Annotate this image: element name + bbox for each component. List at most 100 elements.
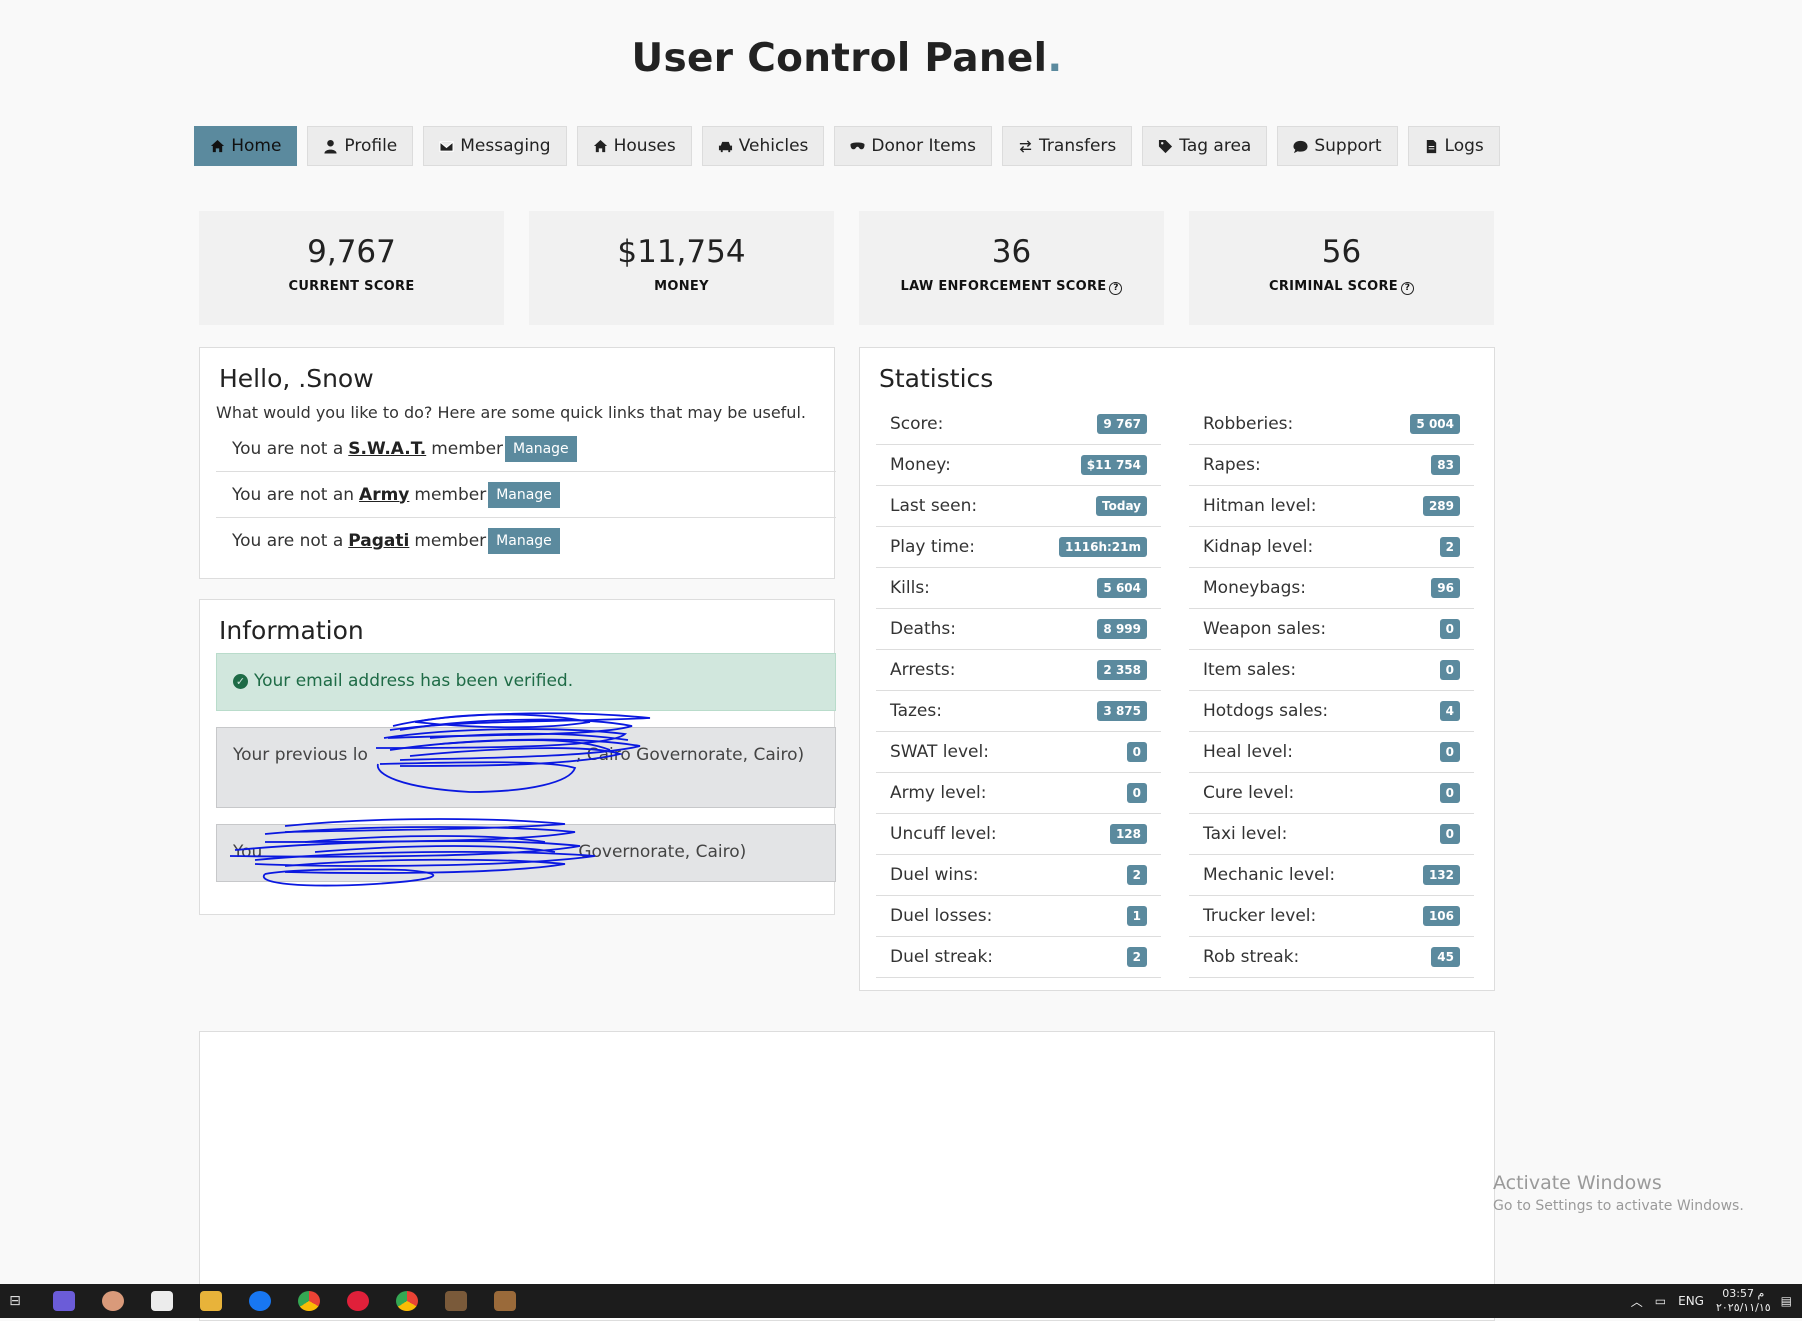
stat-value-badge: 106 xyxy=(1422,906,1460,926)
stat-value-badge: 5 604 xyxy=(1097,578,1147,598)
stat-label: Robberies: xyxy=(1203,414,1294,434)
nav-houses[interactable]: Houses xyxy=(576,126,692,166)
manage-pagati-button[interactable]: Manage xyxy=(488,528,560,554)
group-link-army[interactable]: Army xyxy=(359,485,409,505)
stat-label: Last seen: xyxy=(890,496,978,516)
calculator-icon[interactable] xyxy=(151,1291,173,1311)
nav-support[interactable]: Support xyxy=(1277,126,1398,166)
manage-swat-button[interactable]: Manage xyxy=(505,435,577,462)
stat-row: Play time: 1116h:21m xyxy=(876,527,1161,568)
law-enforcement-score-card: 36 LAW ENFORCEMENT SCORE? xyxy=(859,211,1164,325)
task-view-icon[interactable]: ⊟ xyxy=(4,1291,26,1311)
nav-tag-area[interactable]: Tag area xyxy=(1142,126,1268,166)
group-link-swat[interactable]: S.W.A.T. xyxy=(348,439,426,459)
nav-profile[interactable]: Profile xyxy=(307,126,414,166)
money-card: $11,754 MONEY xyxy=(529,211,834,325)
chrome-icon[interactable] xyxy=(396,1291,418,1311)
tag-icon xyxy=(1159,139,1173,153)
stat-label: Play time: xyxy=(890,537,975,557)
stat-row: Tazes: 3 875 xyxy=(876,691,1161,732)
current-score-card: 9,767 CURRENT SCORE xyxy=(199,211,504,325)
stat-value-badge: 2 358 xyxy=(1097,660,1147,680)
stat-label: Kidnap level: xyxy=(1203,537,1314,557)
stat-label: Duel losses: xyxy=(890,906,993,926)
stat-label: Deaths: xyxy=(890,619,956,639)
criminal-score-label: CRIMINAL SCORE? xyxy=(1189,279,1494,296)
app-icon[interactable] xyxy=(347,1291,369,1311)
stat-value-badge: 2 xyxy=(1126,865,1147,885)
current-score-value: 9,767 xyxy=(307,234,396,270)
file-explorer-icon[interactable] xyxy=(200,1291,222,1311)
stat-label: Arrests: xyxy=(890,660,956,680)
stat-label: Hitman level: xyxy=(1203,496,1317,516)
stat-row: Trucker level: 106 xyxy=(1189,896,1474,937)
membership-row-pagati: You are not a Pagati member Manage xyxy=(216,518,836,564)
stat-label: Weapon sales: xyxy=(1203,619,1327,639)
stat-row: Weapon sales: 0 xyxy=(1189,609,1474,650)
stat-row: Hotdogs sales: 4 xyxy=(1189,691,1474,732)
stat-label: Moneybags: xyxy=(1203,578,1306,598)
nav-vehicles[interactable]: Vehicles xyxy=(701,126,825,166)
stat-row: Heal level: 0 xyxy=(1189,732,1474,773)
stat-label: Money: xyxy=(890,455,951,475)
greeting-intro: What would you like to do? Here are some… xyxy=(216,403,806,422)
language-indicator[interactable]: ENG xyxy=(1678,1294,1704,1308)
bottom-panel xyxy=(199,1031,1495,1321)
mask-icon xyxy=(850,142,865,149)
law-enforcement-score-label: LAW ENFORCEMENT SCORE? xyxy=(859,279,1164,296)
stat-value-badge: 0 xyxy=(1439,619,1460,639)
nav-home[interactable]: Home xyxy=(194,126,298,166)
help-icon[interactable]: ? xyxy=(1400,282,1414,296)
nav-transfers[interactable]: Transfers xyxy=(1002,126,1133,166)
stat-label: Duel wins: xyxy=(890,865,979,885)
stat-row: Kidnap level: 2 xyxy=(1189,527,1474,568)
app-icon[interactable] xyxy=(53,1291,75,1311)
stat-value-badge: $11 754 xyxy=(1080,455,1147,475)
stat-value-badge: 45 xyxy=(1431,947,1460,967)
greeting-panel: Hello, .Snow What would you like to do? … xyxy=(199,347,836,579)
stat-label: Kills: xyxy=(890,578,930,598)
game-icon[interactable] xyxy=(494,1291,516,1311)
chrome-icon[interactable] xyxy=(298,1291,320,1311)
stat-row: Cure level: 0 xyxy=(1189,773,1474,814)
stat-label: Heal level: xyxy=(1203,742,1293,762)
stat-value-badge: 8 999 xyxy=(1097,619,1147,639)
help-icon[interactable]: ? xyxy=(1109,282,1123,296)
stat-label: Rapes: xyxy=(1203,455,1261,475)
transfer-arrows-icon xyxy=(1019,139,1032,153)
facebook-icon[interactable] xyxy=(249,1291,271,1311)
stat-value-badge: 83 xyxy=(1431,455,1460,475)
app-icon[interactable] xyxy=(102,1291,124,1311)
stat-value-badge: Today xyxy=(1096,496,1147,516)
membership-row-swat: You are not a S.W.A.T. member Manage xyxy=(216,426,836,472)
chevron-up-icon[interactable]: ︿ xyxy=(1631,1293,1643,1310)
clock[interactable]: 03:57 م ٢٠٢٥/١١/١٥ xyxy=(1716,1287,1771,1315)
email-verified-alert: ✓ Your email address has been verified. xyxy=(216,653,836,711)
stat-row: Robberies: 5 004 xyxy=(1189,404,1474,445)
stat-value-badge: 9 767 xyxy=(1097,414,1147,434)
stat-value-badge: 0 xyxy=(1439,824,1460,844)
stat-value-badge: 1116h:21m xyxy=(1059,537,1147,557)
stat-label: Item sales: xyxy=(1203,660,1297,680)
manage-army-button[interactable]: Manage xyxy=(488,481,560,508)
stat-value-badge: 0 xyxy=(1439,660,1460,680)
stat-row: Duel streak: 2 xyxy=(876,937,1161,978)
network-icon[interactable]: ▭ xyxy=(1655,1294,1666,1308)
stat-row: Rob streak: 45 xyxy=(1189,937,1474,978)
document-icon xyxy=(1426,139,1436,153)
stat-value-badge: 3 875 xyxy=(1097,701,1147,721)
activate-windows-watermark: Activate Windows Go to Settings to activ… xyxy=(1493,1172,1744,1214)
law-enforcement-score-value: 36 xyxy=(991,234,1032,270)
home-icon xyxy=(593,139,607,152)
notifications-icon[interactable]: ▤ xyxy=(1781,1294,1792,1308)
nav-donor-items[interactable]: Donor Items xyxy=(834,126,993,166)
game-icon[interactable] xyxy=(445,1291,467,1311)
group-link-pagati[interactable]: Pagati xyxy=(348,531,409,551)
stat-value-badge: 132 xyxy=(1422,865,1460,885)
nav-messaging[interactable]: Messaging xyxy=(423,126,567,166)
stat-value-badge: 0 xyxy=(1439,783,1460,803)
stat-label: Uncuff level: xyxy=(890,824,997,844)
nav-logs[interactable]: Logs xyxy=(1407,126,1500,166)
stat-row: Deaths: 8 999 xyxy=(876,609,1161,650)
stat-value-badge: 128 xyxy=(1109,824,1147,844)
